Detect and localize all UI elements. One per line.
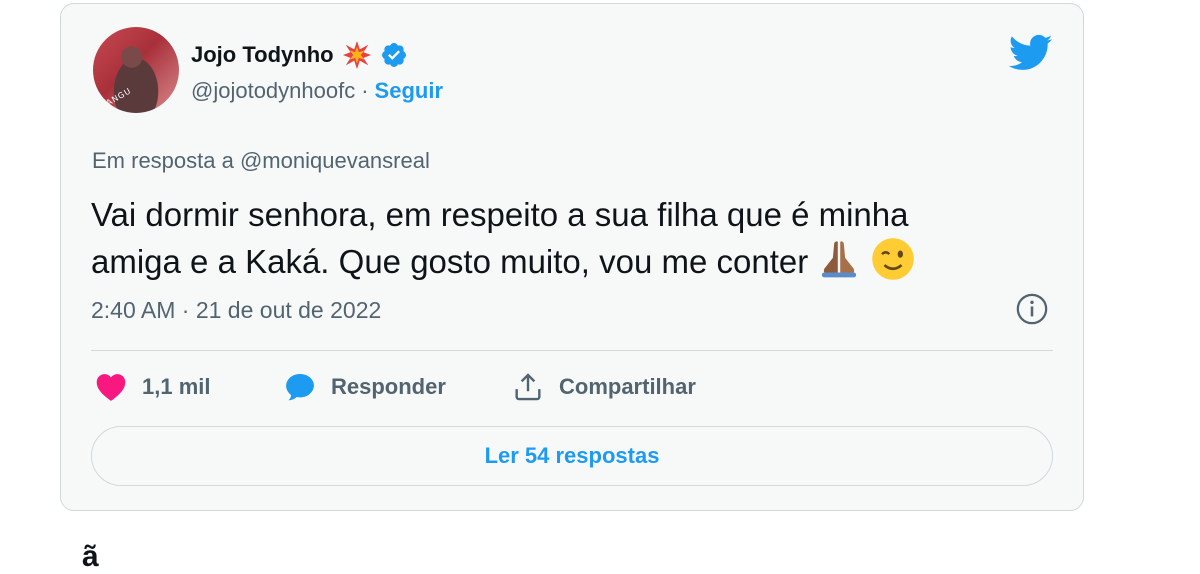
reply-mention-link[interactable]: @moniquevansreal: [240, 148, 430, 173]
follow-button[interactable]: Seguir: [375, 78, 443, 104]
tweet-text: Vai dormir senhora, em respeito a sua fi…: [91, 192, 1051, 284]
cropped-text-below: ã: [82, 540, 99, 573]
twitter-bird-icon[interactable]: [1009, 34, 1053, 72]
actions-divider: [91, 350, 1053, 351]
author-handle[interactable]: @jojotodynhoofc: [191, 78, 355, 104]
reply-button[interactable]: Responder: [283, 370, 446, 404]
reply-context-prefix: Em resposta a: [92, 148, 234, 173]
collision-icon: [342, 40, 371, 70]
share-upload-icon: [515, 373, 541, 401]
reply-bubble-icon: [286, 373, 314, 401]
share-button[interactable]: Compartilhar: [511, 370, 696, 404]
tweet-text-line-2-row: amiga e a Kaká. Que gosto muito, vou me …: [91, 237, 1051, 284]
author-handle-row: @jojotodynhoofc · Seguir: [191, 78, 443, 104]
winking-face-icon: [871, 238, 914, 280]
read-replies-button[interactable]: Ler 54 respostas: [91, 426, 1053, 486]
tweet-text-line-2: amiga e a Kaká. Que gosto muito, vou me …: [91, 243, 809, 280]
folded-hands-icon: [822, 241, 857, 278]
author-name[interactable]: Jojo Todynho: [191, 42, 334, 68]
verified-badge-icon: [381, 43, 406, 67]
tweet-text-line-1: Vai dormir senhora, em respeito a sua fi…: [91, 196, 909, 233]
author-avatar[interactable]: BANGU: [93, 27, 179, 113]
reply-label: Responder: [331, 374, 446, 399]
handle-separator: ·: [361, 78, 369, 103]
info-icon[interactable]: [1015, 292, 1049, 326]
tweet-timestamp[interactable]: 2:40 AM · 21 de out de 2022: [91, 297, 381, 324]
author-name-row: Jojo Todynho: [191, 40, 408, 70]
like-button[interactable]: 1,1 mil: [94, 370, 210, 404]
like-count: 1,1 mil: [142, 374, 211, 399]
reply-context: Em resposta a @moniquevansreal: [92, 148, 430, 174]
share-label: Compartilhar: [559, 374, 696, 399]
heart-icon: [96, 374, 126, 401]
avatar-lettering: BANGU: [99, 86, 133, 111]
tweet-card[interactable]: BANGU Jojo Todynho @jojotodynhoofc · Seg…: [60, 3, 1084, 511]
